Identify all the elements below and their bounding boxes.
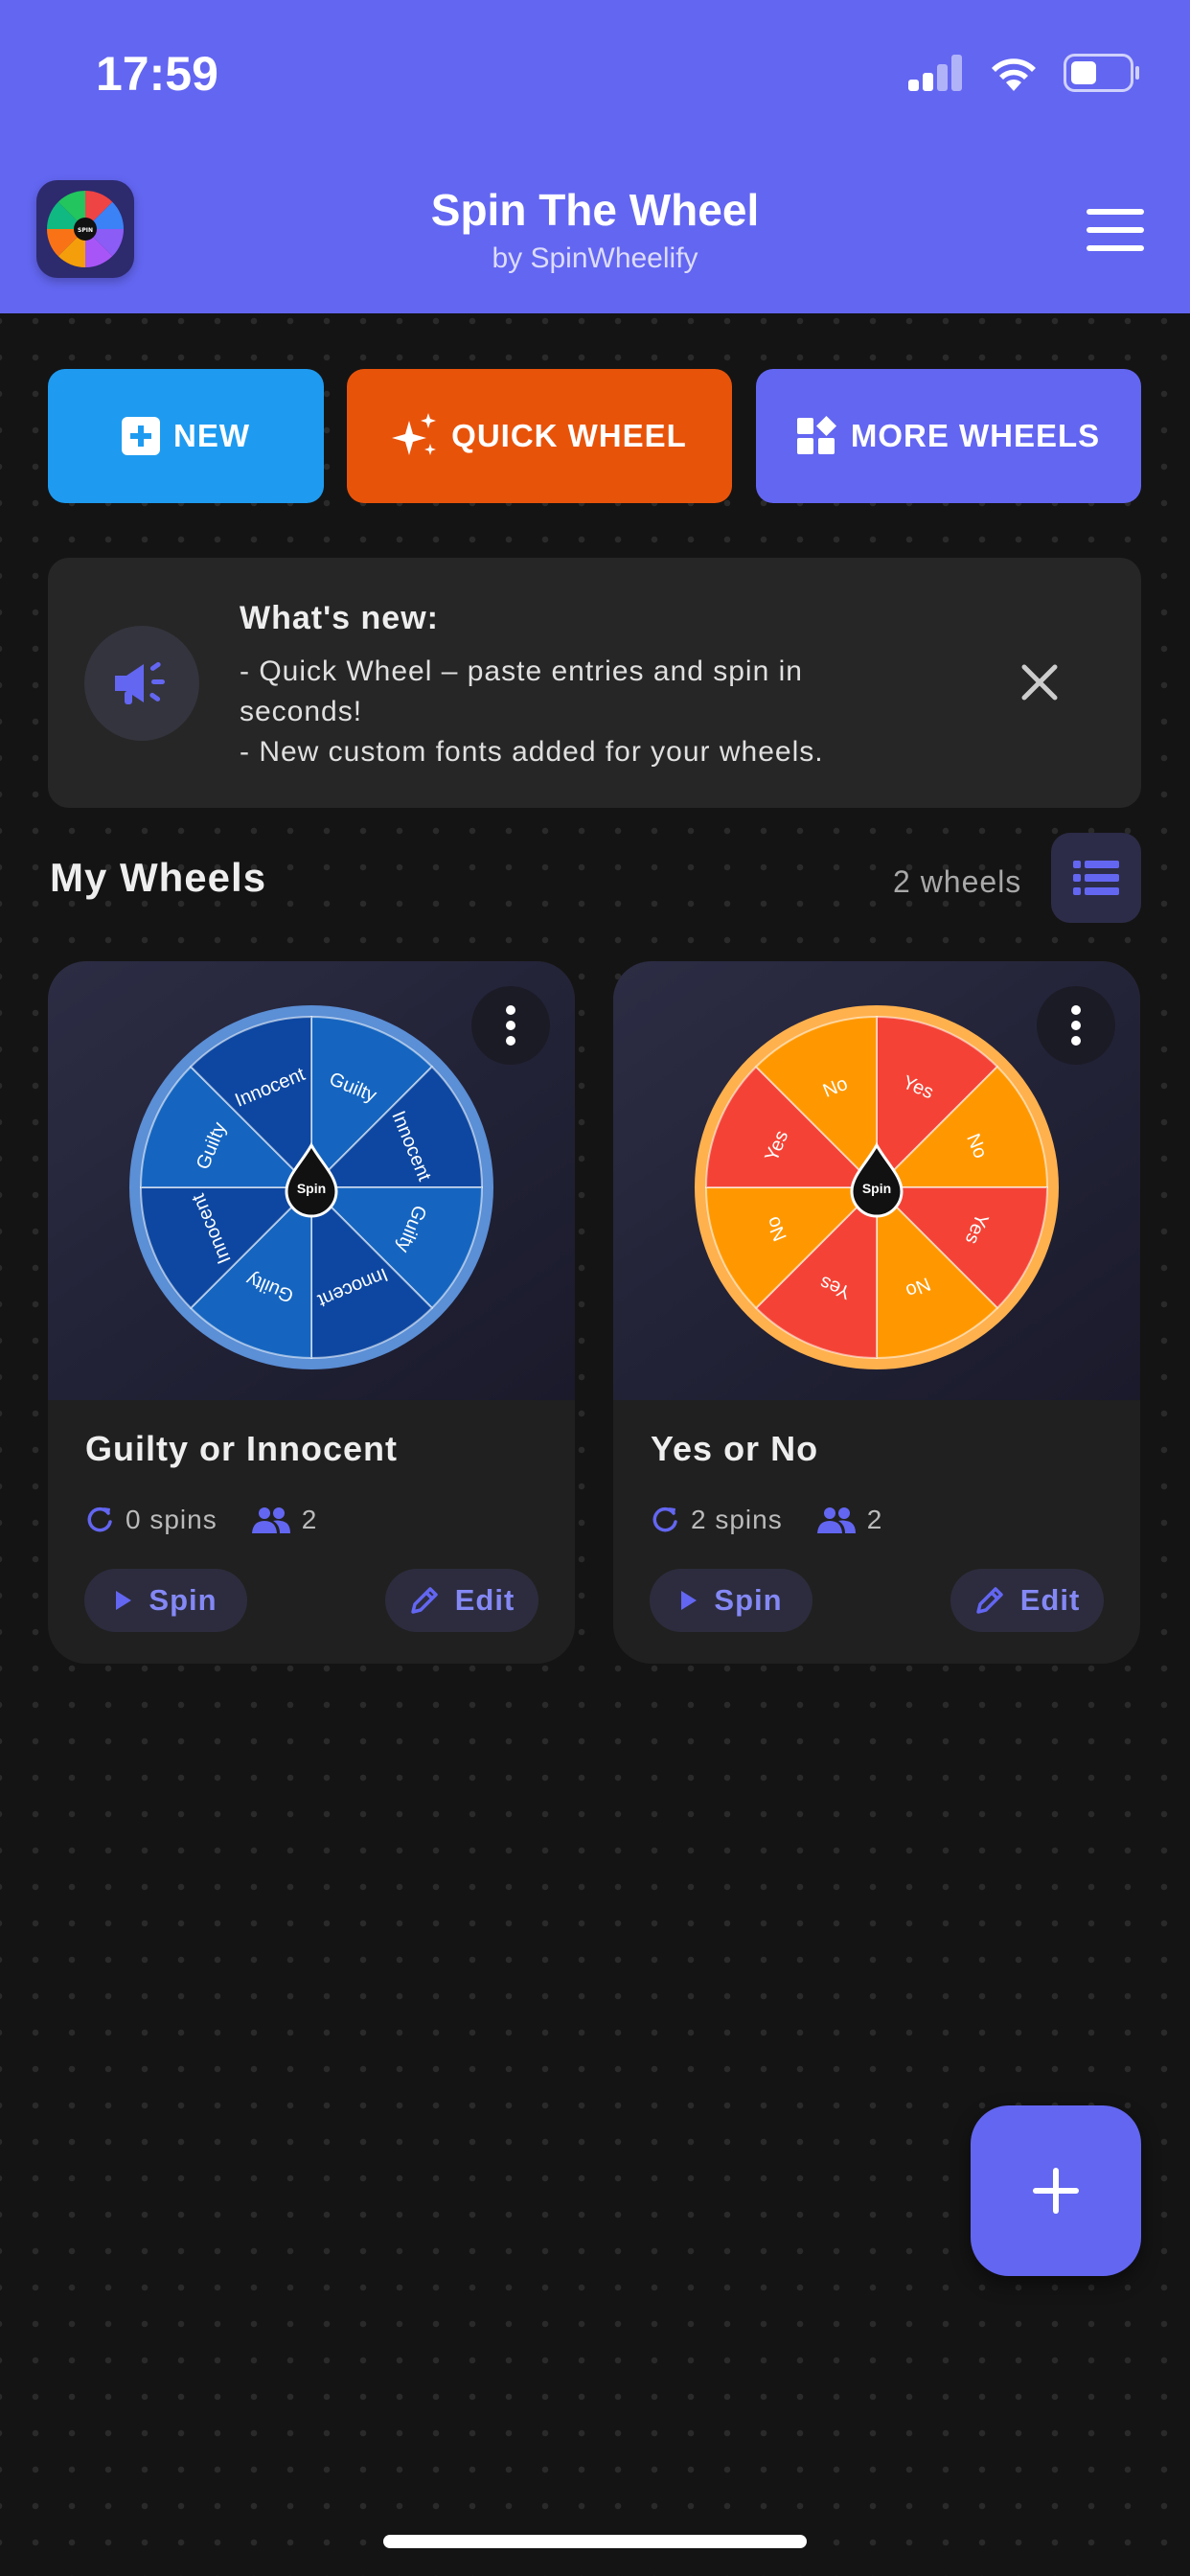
plus-square-icon bbox=[122, 417, 160, 455]
whats-new-line: - Quick Wheel – paste entries and spin i… bbox=[240, 656, 803, 687]
edit-button[interactable]: Edit bbox=[385, 1569, 538, 1632]
whats-new-line: - New custom fonts added for your wheels… bbox=[240, 736, 824, 768]
more-vertical-icon bbox=[506, 1005, 515, 1046]
more-vertical-icon bbox=[1071, 1005, 1081, 1046]
wheel-card[interactable]: Guilty Innocent Guilty Innocent Guilty Innoce… bbox=[48, 961, 575, 1664]
spin-label: Spin bbox=[714, 1583, 783, 1617]
whats-new-card: What's new: - Quick Wheel – paste entrie… bbox=[48, 558, 1141, 808]
wheel-preview[interactable]: Guilty Innocent Guilty Innocent Guilty Innoce… bbox=[48, 961, 575, 1400]
spins-count: 0 spins bbox=[126, 1505, 217, 1534]
wifi-icon bbox=[992, 58, 1036, 91]
app-header: 17:59 SPIN Spin The Wheel by SpinWheelif… bbox=[0, 0, 1190, 313]
status-time: 17:59 bbox=[96, 47, 218, 101]
wheel-meta: 0 spins 2 bbox=[85, 1505, 317, 1535]
list-view-toggle[interactable] bbox=[1051, 833, 1141, 923]
menu-line bbox=[1087, 245, 1144, 251]
more-wheels-button[interactable]: MORE WHEELS bbox=[756, 369, 1141, 503]
pencil-icon bbox=[975, 1587, 1003, 1614]
participants-count: 2 bbox=[866, 1505, 883, 1534]
spin-button[interactable]: Spin bbox=[650, 1569, 812, 1632]
play-icon bbox=[681, 1591, 698, 1610]
refresh-icon bbox=[87, 1506, 112, 1532]
wheel-center-label: Spin bbox=[297, 1181, 326, 1196]
edit-label: Edit bbox=[454, 1583, 515, 1617]
megaphone-icon bbox=[84, 626, 199, 741]
card-options-button[interactable] bbox=[471, 986, 550, 1065]
play-icon bbox=[116, 1591, 132, 1610]
wheel-graphic: GuiltyInnocentGuiltyInnocentGuiltyInnoce… bbox=[129, 1005, 493, 1369]
status-icons bbox=[908, 54, 1140, 92]
people-icon bbox=[816, 1507, 856, 1533]
more-wheels-label: MORE WHEELS bbox=[850, 418, 1101, 453]
menu-line bbox=[1087, 227, 1144, 233]
plus-icon bbox=[1033, 2168, 1079, 2214]
widgets-icon bbox=[796, 416, 836, 454]
app-subtitle: by SpinWheelify bbox=[492, 242, 698, 274]
sparkles-icon bbox=[392, 413, 437, 455]
new-label: NEW bbox=[173, 418, 250, 453]
wheel-graphic: YesNoYesNoYesNoYesNoSpin bbox=[695, 1005, 1059, 1369]
home-indicator bbox=[383, 2535, 807, 2548]
card-options-button[interactable] bbox=[1037, 986, 1115, 1065]
spin-button[interactable]: Spin bbox=[84, 1569, 247, 1632]
menu-line bbox=[1087, 209, 1144, 215]
wheel-name: Guilty or Innocent bbox=[85, 1429, 399, 1468]
new-wheel-button[interactable]: NEW bbox=[48, 369, 324, 503]
participants-count: 2 bbox=[301, 1505, 318, 1534]
add-wheel-fab[interactable] bbox=[971, 2105, 1141, 2276]
battery-icon bbox=[1064, 54, 1139, 92]
list-view-icon bbox=[1073, 861, 1119, 895]
edit-button[interactable]: Edit bbox=[950, 1569, 1104, 1632]
whats-new-line: seconds! bbox=[240, 696, 363, 727]
wheel-center-label: Spin bbox=[862, 1181, 891, 1196]
close-icon[interactable] bbox=[1020, 663, 1059, 702]
wheel-meta: 2 spins 2 bbox=[651, 1505, 882, 1535]
wheel-count: 2 wheels bbox=[893, 864, 1022, 899]
hamburger-menu-button[interactable] bbox=[1087, 209, 1144, 251]
refresh-icon bbox=[652, 1506, 677, 1532]
spin-label: Spin bbox=[149, 1583, 217, 1617]
whats-new-title: What's new: bbox=[240, 600, 439, 636]
cellular-signal-icon bbox=[908, 55, 962, 91]
quick-wheel-label: QUICK WHEEL bbox=[451, 418, 687, 453]
app-title: Spin The Wheel bbox=[430, 185, 760, 235]
wheel-name: Yes or No bbox=[651, 1429, 819, 1468]
pencil-icon bbox=[410, 1587, 438, 1614]
my-wheels-title: My Wheels bbox=[50, 855, 267, 900]
wheel-card[interactable]: Yes No Yes No Yes No Yes No Spin Yes or No 2 spi… bbox=[613, 961, 1140, 1664]
wheel-preview[interactable]: Yes No Yes No Yes No Yes No Spin bbox=[613, 961, 1140, 1400]
edit-label: Edit bbox=[1019, 1583, 1081, 1617]
quick-wheel-button[interactable]: QUICK WHEEL bbox=[347, 369, 732, 503]
people-icon bbox=[251, 1507, 290, 1533]
spins-count: 2 spins bbox=[691, 1505, 783, 1534]
